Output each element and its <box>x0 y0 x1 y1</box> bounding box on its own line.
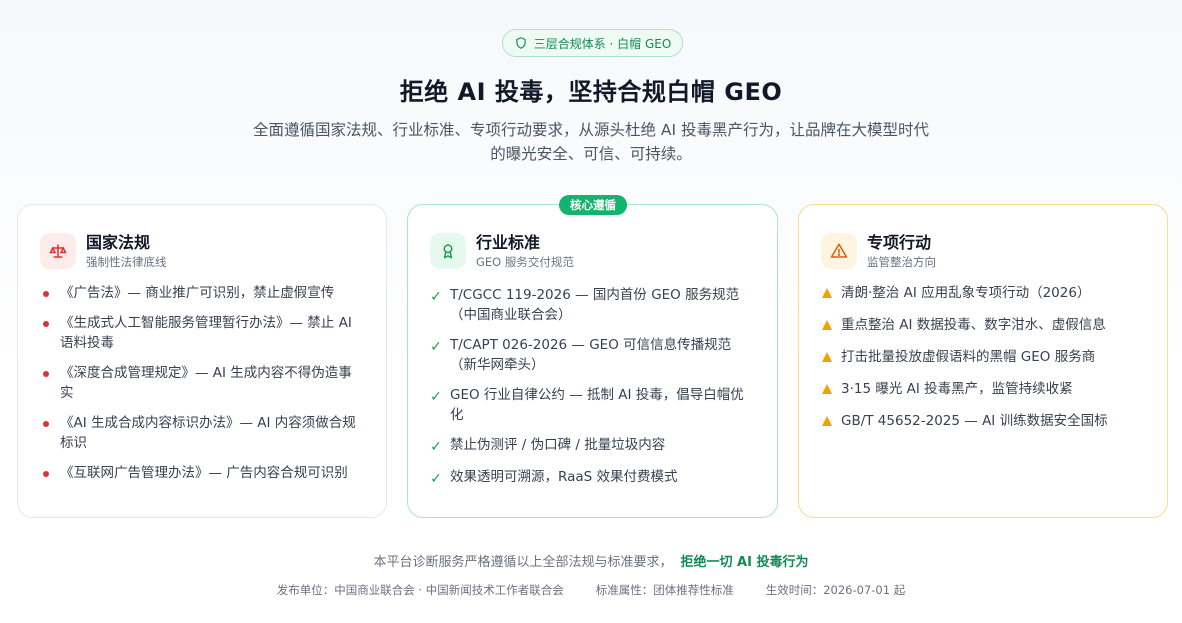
list-item: ✓ T/CGCC 119-2026 — 国内首份 GEO 服务规范（中国商业联合会… <box>430 287 740 323</box>
list-item: 打击批量投放虚假语料的黑帽 GEO 服务商 <box>821 347 1145 367</box>
triangle-bullet-icon <box>822 288 832 298</box>
warning-icon <box>821 233 857 269</box>
list-item: ✓ 禁止伪测评 / 伪口碑 / 批量垃圾内容 <box>430 437 666 455</box>
dot-bullet-icon <box>43 321 49 327</box>
dot-bullet-icon <box>43 291 49 297</box>
list-item: 清朗·整治 AI 应用乱象专项行动（2026） <box>821 283 1145 303</box>
action-list: 清朗·整治 AI 应用乱象专项行动（2026） 重点整治 AI 数据投毒、数字泔… <box>821 283 1145 431</box>
scale-icon <box>40 233 76 269</box>
check-icon: ✓ <box>430 471 442 487</box>
card-title: 国家法规 <box>86 232 151 252</box>
card-title: 行业标准 <box>476 232 541 252</box>
award-icon <box>430 233 466 269</box>
list-item: 重点整治 AI 数据投毒、数字泔水、虚假信息 <box>821 315 1145 335</box>
standard-meta: 发布单位：中国商业联合会 · 中国新闻技术工作者联合会 标准属性：团体推荐性标准… <box>0 582 1182 598</box>
card-subtitle: 监管整治方向 <box>867 254 936 269</box>
triangle-bullet-icon <box>822 352 832 362</box>
check-icon: ✓ <box>430 289 442 305</box>
compliance-badge-label: 三层合规体系 · 白帽 GEO <box>533 36 672 51</box>
standard-list: ✓ T/CGCC 119-2026 — 国内首份 GEO 服务规范（中国商业联合会… <box>430 285 755 489</box>
card-subtitle: 强制性法律底线 <box>86 254 167 269</box>
list-item: 《广告法》— 商业推广可识别，禁止虚假宣传 <box>40 283 364 303</box>
page-title: 拒绝 AI 投毒，坚持合规白帽 GEO <box>399 78 783 106</box>
list-item: 《深度合成管理规定》— AI 生成内容不得伪造事实 <box>40 363 364 403</box>
check-icon: ✓ <box>430 339 442 355</box>
triangle-bullet-icon <box>822 320 832 330</box>
effective-date-text: 生效时间：2026-07-01 起 <box>765 583 906 597</box>
triangle-bullet-icon <box>822 384 832 394</box>
law-list: 《广告法》— 商业推广可识别，禁止虚假宣传 《生成式人工智能服务管理暂行办法》—… <box>40 283 364 483</box>
list-item: ✓ GEO 行业自律公约 — 抵制 AI 投毒，倡导白帽优化 <box>430 387 744 423</box>
list-item: ✓ T/CAPT 026-2026 — GEO 可信信息传播规范（新华网牵头） <box>430 337 732 373</box>
compliance-statement: 本平台诊断服务严格遵循以上全部法规与标准要求， 拒绝一切 AI 投毒行为 <box>0 551 1182 570</box>
check-icon: ✓ <box>430 439 442 455</box>
list-item: GB/T 45652-2025 — AI 训练数据安全国标 <box>821 411 1145 431</box>
list-item: 《互联网广告管理办法》— 广告内容合规可识别 <box>40 463 364 483</box>
attribute-text: 标准属性：团体推荐性标准 <box>595 583 734 597</box>
dot-bullet-icon <box>43 371 49 377</box>
check-icon: ✓ <box>430 389 442 405</box>
card-subtitle: GEO 服务交付规范 <box>476 254 574 269</box>
card-national-laws: 国家法规 强制性法律底线 《广告法》— 商业推广可识别，禁止虚假宣传 《生成式人… <box>17 204 387 518</box>
statement-text: 本平台诊断服务严格遵循以上全部法规与标准要求， <box>373 555 673 570</box>
list-item: 3·15 曝光 AI 投毒黑产，监管持续收紧 <box>821 379 1145 399</box>
card-industry-standards: 核心遵循 行业标准 GEO 服务交付规范 ✓ T/CGCC 119-2026 — … <box>407 195 778 518</box>
dot-bullet-icon <box>43 471 49 477</box>
list-item: 《AI 生成合成内容标识办法》— AI 内容须做合规标识 <box>40 413 364 453</box>
publisher-text: 发布单位：中国商业联合会 · 中国新闻技术工作者联合会 <box>276 583 564 597</box>
statement-emphasis: 拒绝一切 AI 投毒行为 <box>680 555 809 570</box>
dot-bullet-icon <box>43 421 49 427</box>
triangle-bullet-icon <box>822 416 832 426</box>
list-item: 《生成式人工智能服务管理暂行办法》— 禁止 AI 语料投毒 <box>40 313 364 353</box>
compliance-badge: 三层合规体系 · 白帽 GEO <box>502 29 683 57</box>
core-badge: 核心遵循 <box>559 195 627 215</box>
list-item: ✓ 效果透明可溯源，RaaS 效果付费模式 <box>430 469 678 487</box>
card-title: 专项行动 <box>867 232 932 252</box>
page-subtitle: 全面遵循国家法规、行业标准、专项行动要求，从源头杜绝 AI 投毒黑产行为，让品牌… <box>252 121 930 163</box>
card-special-actions: 专项行动 监管整治方向 清朗·整治 AI 应用乱象专项行动（2026） 重点整治… <box>798 204 1168 518</box>
shield-icon <box>516 37 526 49</box>
